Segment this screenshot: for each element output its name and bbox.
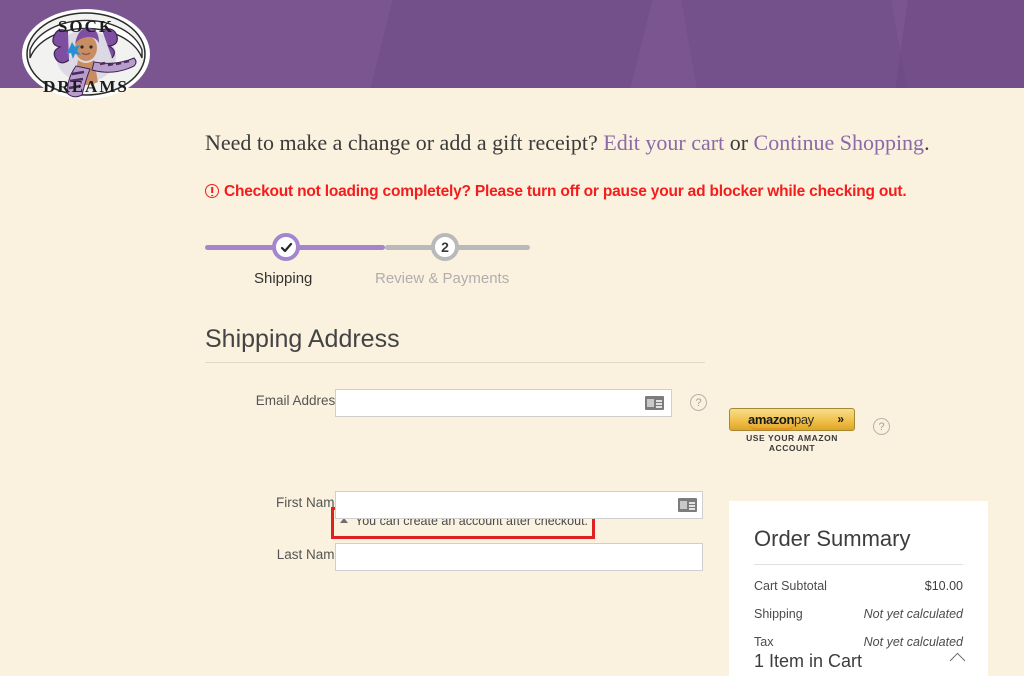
edit-your-cart-link[interactable]: Edit your cart (603, 130, 724, 155)
step-review-payments-node[interactable]: 2 (431, 233, 459, 261)
adblocker-alert-text: Checkout not loading completely? Please … (224, 183, 907, 200)
chevron-up-icon (949, 652, 966, 669)
order-summary-divider (754, 564, 963, 565)
header-decor-shape-1 (360, 0, 660, 88)
step-number-label: 2 (441, 239, 449, 255)
cart-change-notice: Need to make a change or add a gift rece… (205, 130, 930, 156)
order-summary-row: Shipping Not yet calculated (754, 607, 963, 627)
alert-exclamation-icon (205, 184, 219, 198)
tax-value: Not yet calculated (863, 635, 963, 649)
last-name-input-wrapper[interactable] (335, 543, 703, 571)
amazon-pay-help-icon[interactable]: ? (873, 418, 890, 435)
last-name-field-label: Last Name (276, 547, 342, 562)
tax-label: Tax (754, 635, 774, 649)
section-divider (205, 362, 705, 363)
email-help-icon[interactable]: ? (690, 394, 707, 411)
order-summary-title: Order Summary (754, 526, 911, 551)
shipping-address-title: Shipping Address (205, 325, 400, 353)
amazon-pay-block: amazonpay » USE YOUR AMAZON ACCOUNT (729, 408, 859, 453)
first-name-field-label: First Name (275, 495, 342, 510)
step-label-review-payments: Review & Payments (375, 270, 510, 287)
email-input[interactable] (336, 390, 646, 416)
step-label-shipping: Shipping (254, 270, 313, 287)
field-row-email: Email Address * ? (205, 389, 707, 417)
field-row-first-name: First Name * (205, 491, 705, 519)
email-field-label: Email Address (255, 393, 342, 408)
header-decor-shape-2 (674, 0, 916, 88)
first-name-input[interactable] (336, 492, 676, 518)
email-input-wrapper[interactable] (335, 389, 672, 417)
checkmark-icon (280, 242, 292, 252)
cart-subtotal-label: Cart Subtotal (754, 579, 827, 593)
cart-items-toggle[interactable]: 1 Item in Cart (754, 651, 966, 672)
first-name-input-wrapper[interactable] (335, 491, 703, 519)
sock-dreams-logo[interactable]: SOCK DREAMS (16, 4, 156, 104)
svg-text:DREAMS: DREAMS (43, 77, 129, 96)
shipping-cost-label: Shipping (754, 607, 803, 621)
last-name-input[interactable] (336, 544, 692, 570)
field-row-last-name: Last Name * (205, 543, 705, 571)
cart-change-prefix: Need to make a change or add a gift rece… (205, 130, 598, 155)
amazon-smile-icon (750, 424, 794, 430)
checkout-progress-stepper: 2 Shipping Review & Payments (205, 233, 530, 293)
shipping-cost-value: Not yet calculated (863, 607, 963, 621)
continue-shopping-link[interactable]: Continue Shopping (754, 130, 925, 155)
amazon-pay-button[interactable]: amazonpay » (729, 408, 855, 431)
step-shipping-node[interactable] (272, 233, 300, 261)
cart-subtotal-value: $10.00 (924, 579, 963, 593)
adblocker-alert: Checkout not loading completely? Please … (205, 183, 907, 201)
amazon-pay-chevron-icon: » (837, 412, 844, 426)
header-decor-shape-3 (889, 0, 1024, 88)
cart-items-count-label: 1 Item in Cart (754, 651, 863, 671)
notice-period: . (924, 130, 930, 155)
amazon-pay-subtitle: USE YOUR AMAZON ACCOUNT (746, 433, 838, 453)
credit-card-autofill-icon[interactable] (645, 396, 664, 410)
svg-text:SOCK: SOCK (58, 17, 114, 36)
notice-conjunction: or (729, 130, 749, 155)
pay-word: pay (794, 412, 814, 427)
order-summary-panel: Order Summary Cart Subtotal $10.00 Shipp… (729, 501, 988, 676)
contact-card-autofill-icon[interactable] (678, 498, 697, 512)
order-summary-row: Cart Subtotal $10.00 (754, 579, 963, 599)
